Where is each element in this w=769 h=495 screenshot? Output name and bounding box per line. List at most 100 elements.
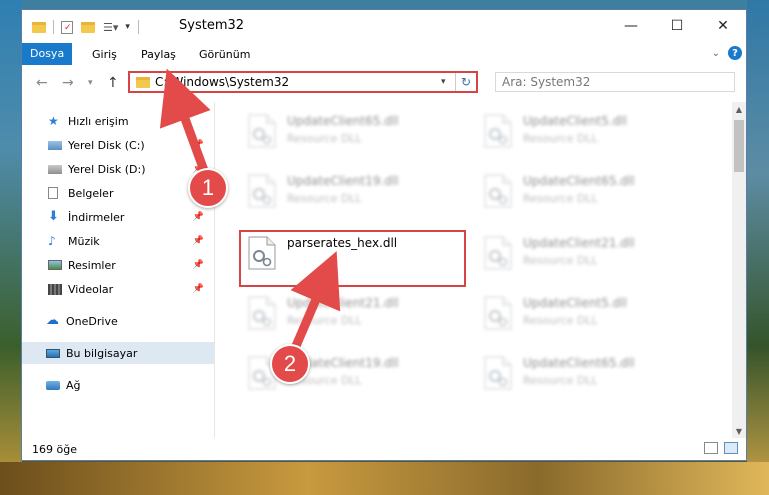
folder-icon — [136, 76, 150, 88]
file-item[interactable]: UpdateClient19.dll Resource DLL — [239, 168, 449, 220]
back-arrow-icon[interactable]: ← — [36, 75, 48, 91]
sidebar-item-downloads[interactable]: ⬇ İndirmeler 📌 — [22, 206, 214, 228]
sidebar-item-label: İndirmeler — [68, 210, 125, 224]
sidebar-item-music[interactable]: ♪ Müzik 📌 — [22, 230, 214, 252]
pin-icon[interactable]: 📌 — [193, 236, 204, 246]
computer-icon — [46, 348, 60, 358]
minimize-button[interactable]: — — [608, 10, 654, 42]
sidebar-item-label: Yerel Disk (D:) — [68, 162, 146, 176]
properties-icon[interactable]: ✓ — [61, 20, 73, 34]
file-type: Resource DLL — [287, 192, 362, 205]
desktop-background-left — [0, 0, 22, 495]
file-item[interactable]: UpdateClient65.dll Resource DLL — [239, 108, 449, 160]
tab-share[interactable]: Paylaş — [141, 45, 176, 65]
file-item[interactable]: UpdateClient5.dll Resource DLL — [475, 290, 685, 342]
sidebar-item-label: Yerel Disk (C:) — [68, 138, 145, 152]
sidebar-item-onedrive[interactable]: ☁ OneDrive — [22, 310, 214, 332]
expand-ribbon-icon[interactable]: ⌄ — [712, 48, 720, 59]
toolbar-divider — [53, 20, 54, 34]
sidebar-item-label: Bu bilgisayar — [66, 346, 138, 360]
window-title: System32 — [179, 18, 245, 33]
address-bar[interactable]: C:\Windows\System32 ▾ ↻ — [128, 71, 478, 93]
pin-icon[interactable]: 📌 — [193, 140, 204, 150]
sidebar-item-local-disk-c[interactable]: Yerel Disk (C:) 📌 — [22, 134, 214, 156]
scroll-up-icon[interactable]: ▲ — [732, 102, 746, 116]
sidebar-item-documents[interactable]: Belgeler — [22, 182, 214, 204]
tab-file[interactable]: Dosya — [22, 43, 73, 65]
refresh-icon[interactable]: ↻ — [455, 73, 476, 91]
customize-toolbar-icon[interactable]: ☰▾ — [103, 21, 118, 34]
search-placeholder: Ara: System32 — [502, 75, 591, 89]
item-count: 169 öğe — [32, 443, 77, 456]
sidebar-item-quick-access[interactable]: ★ Hızlı erişim — [22, 110, 214, 132]
file-type: Resource DLL — [287, 132, 362, 145]
file-name: UpdateClient65.dll — [523, 356, 635, 370]
tab-home[interactable]: Giriş — [92, 45, 117, 65]
sidebar-item-this-pc[interactable]: Bu bilgisayar — [22, 342, 214, 364]
pictures-icon — [48, 260, 62, 270]
desktop-background-right — [747, 0, 769, 495]
dll-file-icon — [247, 296, 277, 330]
file-name: UpdateClient65.dll — [523, 174, 635, 188]
sidebar-item-label: Videolar — [68, 282, 114, 296]
title-bar: ✓ ☰▾ ▾ System32 — ☐ ✕ — [22, 10, 746, 44]
sidebar-item-label: Müzik — [68, 234, 100, 248]
file-item[interactable]: UpdateClient5.dll Resource DLL — [475, 108, 685, 160]
large-icons-view-icon[interactable] — [724, 442, 738, 454]
file-item[interactable]: UpdateClient65.dll Resource DLL — [475, 350, 685, 402]
new-folder-icon[interactable] — [81, 21, 95, 33]
forward-arrow-icon[interactable]: → — [62, 75, 74, 91]
network-icon — [46, 380, 60, 390]
file-item[interactable]: UpdateClient21.dll Resource DLL — [475, 230, 685, 282]
dll-file-icon — [483, 174, 513, 208]
address-history-chevron-icon[interactable]: ▾ — [441, 77, 455, 87]
download-icon: ⬇ — [48, 209, 59, 224]
step-1-badge: 1 — [188, 168, 228, 208]
file-type: Resource DLL — [523, 374, 598, 387]
quick-access-toolbar: ✓ ☰▾ ▾ — [32, 18, 139, 36]
address-path[interactable]: C:\Windows\System32 — [155, 75, 441, 89]
maximize-button[interactable]: ☐ — [654, 10, 700, 42]
ribbon-right-controls: ⌄ ? — [712, 46, 742, 60]
music-icon: ♪ — [48, 234, 56, 248]
dll-file-icon — [247, 174, 277, 208]
star-icon: ★ — [48, 114, 59, 128]
navigation-bar: ← → ▾ ↑ C:\Windows\System32 ▾ ↻ Ara: Sys… — [22, 66, 746, 102]
close-button[interactable]: ✕ — [700, 10, 746, 42]
pin-icon[interactable]: 📌 — [193, 284, 204, 294]
drive-icon — [48, 164, 62, 174]
sidebar-item-network[interactable]: Ağ — [22, 374, 214, 396]
dropdown-chevron-icon[interactable]: ▾ — [125, 22, 130, 32]
sidebar-splitter[interactable] — [214, 102, 215, 438]
up-arrow-icon[interactable]: ↑ — [107, 75, 119, 91]
file-item[interactable]: UpdateClient21.dll Resource DLL — [239, 290, 449, 342]
sidebar-item-pictures[interactable]: Resimler 📌 — [22, 254, 214, 276]
ribbon-tabs: Dosya Giriş Paylaş Görünüm ⌄ ? — [22, 43, 746, 65]
help-icon[interactable]: ? — [728, 46, 742, 60]
pin-icon[interactable]: 📌 — [193, 212, 204, 222]
toolbar-divider — [137, 20, 139, 34]
dll-file-icon — [483, 114, 513, 148]
search-input[interactable]: Ara: System32 — [495, 72, 735, 92]
recent-locations-chevron-icon[interactable]: ▾ — [88, 78, 93, 88]
dll-file-icon — [483, 356, 513, 390]
file-type: Resource DLL — [523, 192, 598, 205]
file-name: UpdateClient21.dll — [523, 236, 635, 250]
dll-file-icon — [247, 114, 277, 148]
status-bar: 169 öğe — [22, 438, 746, 460]
sidebar-item-label: Hızlı erişim — [68, 114, 129, 128]
tab-view[interactable]: Görünüm — [199, 45, 250, 65]
file-name: UpdateClient21.dll — [287, 296, 399, 310]
pin-icon[interactable]: 📌 — [193, 260, 204, 270]
sidebar-item-local-disk-d[interactable]: Yerel Disk (D:) 📌 — [22, 158, 214, 180]
explorer-window: ✓ ☰▾ ▾ System32 — ☐ ✕ Dosya Giriş Paylaş… — [21, 9, 747, 461]
scrollbar-thumb[interactable] — [734, 120, 744, 172]
scroll-down-icon[interactable]: ▼ — [732, 424, 746, 438]
details-view-icon[interactable] — [704, 442, 718, 454]
file-name: UpdateClient5.dll — [523, 114, 627, 128]
sidebar-item-videos[interactable]: Videolar 📌 — [22, 278, 214, 300]
file-name: UpdateClient19.dll — [287, 174, 399, 188]
file-item[interactable]: UpdateClient65.dll Resource DLL — [475, 168, 685, 220]
file-name: UpdateClient5.dll — [523, 296, 627, 310]
vertical-scrollbar[interactable]: ▲ ▼ — [732, 102, 746, 438]
